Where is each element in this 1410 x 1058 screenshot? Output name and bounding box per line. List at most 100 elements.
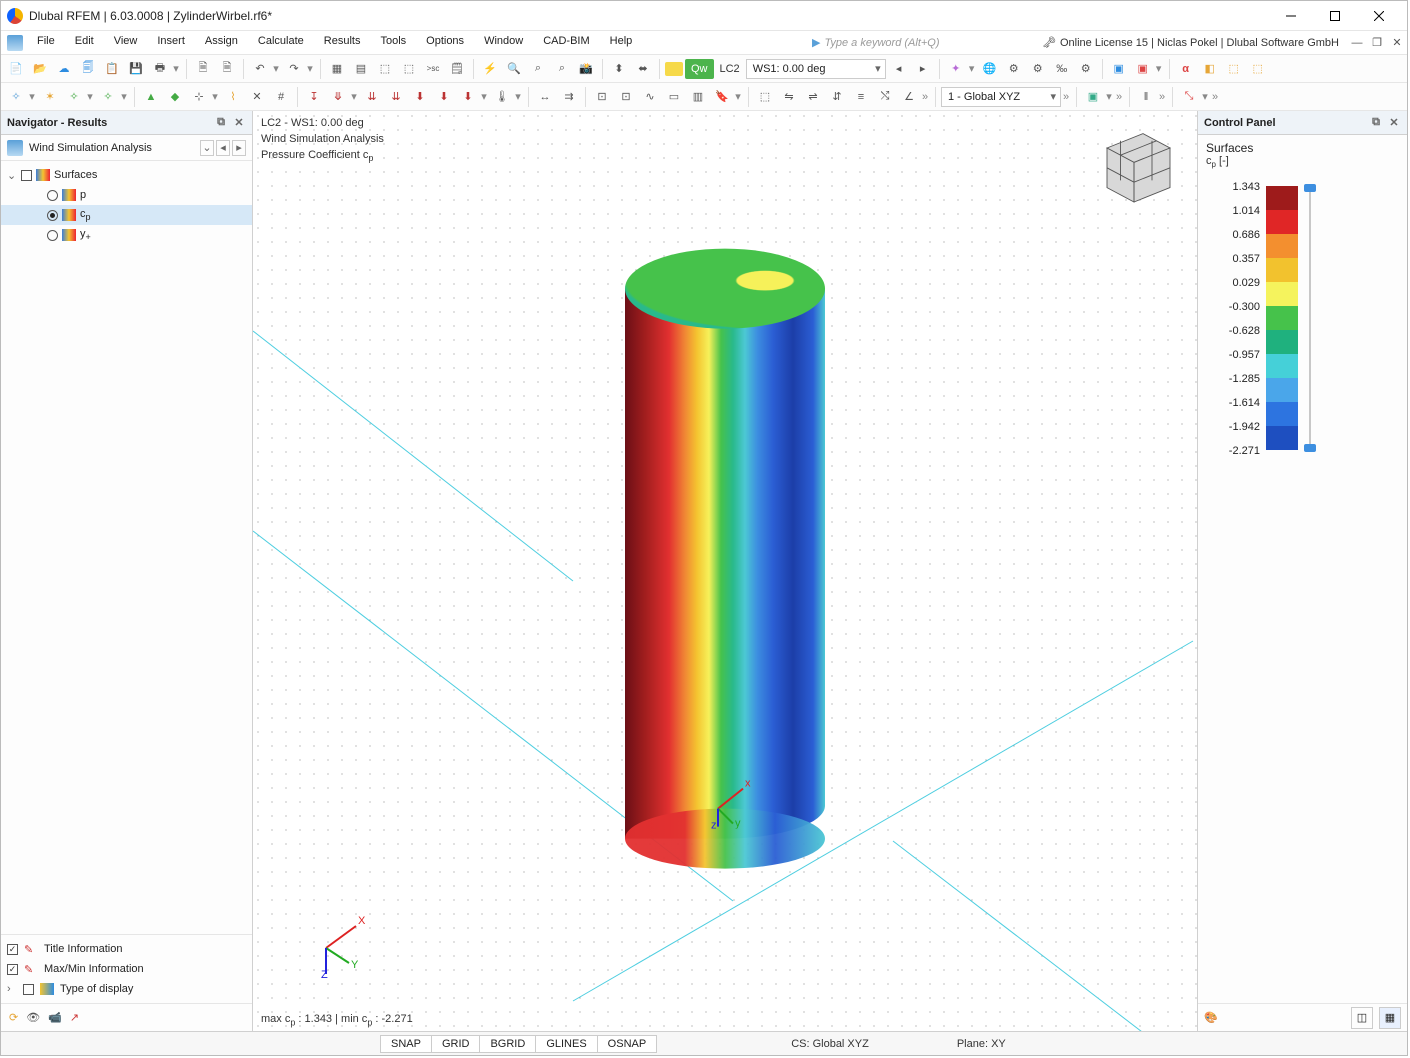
chevron-down-icon[interactable]: ▾: [479, 90, 489, 103]
chevron-down-icon[interactable]: ▾: [1104, 90, 1114, 103]
model-data-icon[interactable]: ⬚: [374, 58, 396, 80]
next-lc-icon[interactable]: ▸: [912, 58, 934, 80]
status-snap[interactable]: SNAP: [380, 1035, 432, 1053]
globe-icon[interactable]: 🌐: [979, 58, 1001, 80]
legend-range-slider[interactable]: [1304, 186, 1318, 450]
show-labels-icon[interactable]: ⊡: [615, 86, 637, 108]
menu-window[interactable]: Window: [474, 31, 533, 54]
cloud-icon[interactable]: ☁: [53, 58, 75, 80]
mirror-z-icon[interactable]: ⇵: [826, 86, 848, 108]
keyword-search[interactable]: ▶ Type a keyword (Alt+Q): [804, 31, 1034, 54]
copy-icon[interactable]: ⇉: [558, 86, 580, 108]
hinge-icon[interactable]: ◆: [164, 86, 186, 108]
chevron-down-icon[interactable]: ▾: [967, 62, 977, 75]
chevron-down-icon[interactable]: ▾: [119, 90, 129, 103]
menu-tools[interactable]: Tools: [370, 31, 416, 54]
line-icon[interactable]: ✧: [63, 86, 85, 108]
status-bgrid[interactable]: BGRID: [479, 1035, 536, 1053]
box2-icon[interactable]: ⬚: [1223, 58, 1245, 80]
chevron-down-icon[interactable]: ▾: [271, 62, 281, 75]
chevron-down-icon[interactable]: ⌄: [200, 140, 214, 156]
checkbox-checked[interactable]: ✓: [7, 964, 18, 975]
load-free-icon[interactable]: ⬇: [457, 86, 479, 108]
expander-icon[interactable]: ›: [7, 983, 17, 995]
zoom-window-icon[interactable]: 🔍: [503, 58, 525, 80]
loads-data-icon[interactable]: ⬚: [398, 58, 420, 80]
chevron-down-icon[interactable]: ▾: [513, 90, 523, 103]
chevron-down-icon[interactable]: ▾: [1200, 90, 1210, 103]
loadcase-combo[interactable]: WS1: 0.00 deg ▾: [746, 59, 886, 79]
menu-calculate[interactable]: Calculate: [248, 31, 314, 54]
angle-icon[interactable]: ∠: [898, 86, 920, 108]
more-icon[interactable]: »: [920, 91, 930, 103]
box-icon[interactable]: ◧: [1199, 58, 1221, 80]
more-icon[interactable]: »: [1210, 91, 1220, 103]
menu-help[interactable]: Help: [600, 31, 643, 54]
radio[interactable]: [47, 210, 58, 221]
mdi-restore[interactable]: ❐: [1367, 36, 1387, 49]
menu-edit[interactable]: Edit: [65, 31, 104, 54]
screenshot-icon[interactable]: 📸: [575, 58, 597, 80]
bars-icon[interactable]: ‖: [1135, 86, 1157, 108]
probe-icon[interactable]: ↗: [70, 1011, 79, 1024]
checkbox[interactable]: [23, 984, 34, 995]
new-file-icon[interactable]: 📄: [5, 58, 27, 80]
coord-icon[interactable]: ⤡: [1178, 86, 1200, 108]
tree-item-cp[interactable]: cp: [1, 205, 252, 225]
mdi-minimize[interactable]: —: [1347, 37, 1367, 49]
view-wire-icon[interactable]: ▣: [1132, 58, 1154, 80]
load-solid-icon[interactable]: ⬇: [409, 86, 431, 108]
stack-icon[interactable]: ≡: [850, 86, 872, 108]
tag-icon[interactable]: 🔖: [711, 86, 733, 108]
option-maxmin-info[interactable]: ✓ ✎ Max/Min Information: [7, 959, 246, 979]
box3-icon[interactable]: ⬚: [1247, 58, 1269, 80]
chevron-down-icon[interactable]: ▾: [27, 90, 37, 103]
wand-icon[interactable]: ✦: [945, 58, 967, 80]
redo-icon[interactable]: ↷: [283, 58, 305, 80]
release-icon[interactable]: ⊹: [188, 86, 210, 108]
window-maximize-button[interactable]: [1313, 2, 1357, 30]
grid-document-icon[interactable]: ▦: [326, 58, 348, 80]
spring-icon[interactable]: ⌇: [222, 86, 244, 108]
chevron-down-icon[interactable]: ▾: [171, 62, 181, 75]
section-tool-icon[interactable]: ▥: [687, 86, 709, 108]
palette-toggle-icon[interactable]: 🎨: [1204, 1011, 1218, 1024]
zoom-prev-icon[interactable]: ⌕: [551, 58, 573, 80]
window-minimize-button[interactable]: [1269, 2, 1313, 30]
panel-layout2-icon[interactable]: ▦: [1379, 1007, 1401, 1029]
expander-icon[interactable]: ⌄: [7, 169, 17, 182]
section-icon[interactable]: ⬍: [608, 58, 630, 80]
slider-handle-top[interactable]: [1304, 184, 1316, 192]
more-icon[interactable]: »: [1157, 91, 1167, 103]
option-title-info[interactable]: ✓ ✎ Title Information: [7, 939, 246, 959]
report-preview-icon[interactable]: 🗎: [216, 58, 238, 80]
refresh-icon[interactable]: ⟳: [9, 1011, 18, 1024]
menu-results[interactable]: Results: [314, 31, 371, 54]
option-display-type[interactable]: › Type of display: [7, 979, 246, 999]
status-osnap[interactable]: OSNAP: [597, 1035, 658, 1053]
panel-close-icon[interactable]: ✕: [232, 116, 246, 129]
show-values-icon[interactable]: ⊡: [591, 86, 613, 108]
settings-icon[interactable]: ⚙: [1075, 58, 1097, 80]
panel-layout1-icon[interactable]: ◫: [1351, 1007, 1373, 1029]
window-close-button[interactable]: [1357, 2, 1401, 30]
print-icon[interactable]: 🖶: [149, 58, 171, 80]
chevron-down-icon[interactable]: ▾: [305, 62, 315, 75]
results-on-badge[interactable]: Qw: [685, 59, 714, 79]
radio[interactable]: [47, 230, 58, 241]
menu-options[interactable]: Options: [416, 31, 474, 54]
load-line-icon[interactable]: ⤋: [327, 86, 349, 108]
chevron-down-icon[interactable]: ▾: [349, 90, 359, 103]
panel-close-icon[interactable]: ✕: [1387, 116, 1401, 129]
units-icon[interactable]: ‰: [1051, 58, 1073, 80]
mdi-close[interactable]: ✕: [1387, 36, 1407, 49]
ai-icon[interactable]: α: [1175, 58, 1197, 80]
support-icon[interactable]: ▲: [140, 86, 162, 108]
menu-cad-bim[interactable]: CAD-BIM: [533, 31, 599, 54]
next-type-icon[interactable]: ▸: [232, 140, 246, 156]
chevron-down-icon[interactable]: ▾: [85, 90, 95, 103]
load-surface-icon[interactable]: ⇊: [385, 86, 407, 108]
chevron-down-icon[interactable]: ▾: [1154, 62, 1164, 75]
view-render-icon[interactable]: ▣: [1108, 58, 1130, 80]
menu-assign[interactable]: Assign: [195, 31, 248, 54]
